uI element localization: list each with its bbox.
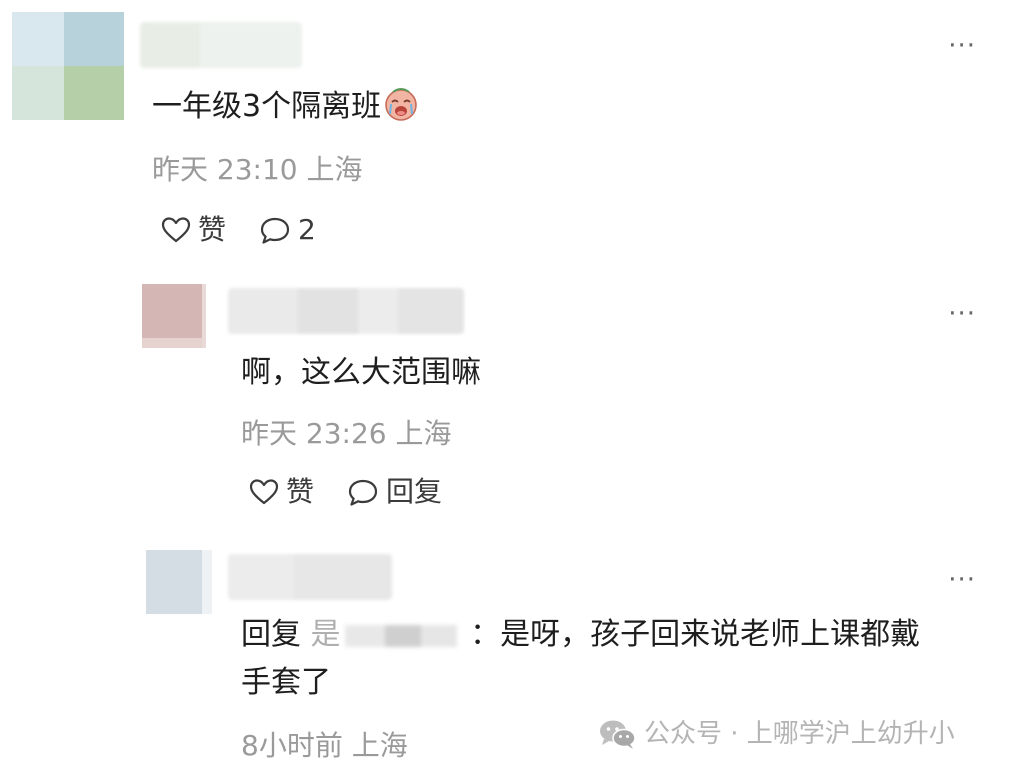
comment-meta: 昨天 23:26 上海 (241, 417, 452, 450)
speech-bubble-icon (260, 217, 290, 244)
reply-text: ：是呀，孩子回来说老师上课都戴 (470, 617, 921, 652)
comment-meta: 昨天 23:10 上海 (152, 153, 363, 186)
reply-label: 回复 (386, 475, 443, 508)
reply-count: 2 (298, 213, 316, 246)
heart-icon (161, 217, 191, 243)
more-options-button[interactable]: ··· (948, 567, 976, 593)
crying-face-emoji (385, 88, 417, 121)
watermark-text: 公众号 · 上哪学沪上幼升小 (644, 719, 955, 749)
like-button[interactable]: 赞 (248, 474, 314, 510)
reply-button[interactable]: 回复 (346, 474, 442, 510)
comment-meta: 8小时前 上海 (241, 729, 408, 762)
like-button[interactable]: 赞 (160, 212, 226, 248)
more-options-button[interactable]: ··· (948, 33, 976, 59)
comment-text-line-2: 手套了 (241, 665, 331, 700)
avatar[interactable] (146, 550, 212, 614)
comment-text: 一年级3个隔离班 (152, 84, 419, 130)
comment-actions: 赞 2 (160, 212, 316, 248)
username-blurred[interactable] (140, 22, 302, 68)
reply-prefix: 回复 (241, 617, 301, 652)
more-options-button[interactable]: ··· (948, 301, 976, 327)
comment-text: 啊，这么大范围嘛 (241, 355, 481, 390)
comment-1: ··· 一年级3个隔离班 昨天 23:10 上海 赞 2 (0, 0, 1031, 260)
comment-text-label: 一年级3个隔离班 (152, 89, 382, 124)
watermark: 公众号 · 上哪学沪上幼升小 (598, 716, 955, 752)
comment-actions: 赞 回复 (248, 474, 442, 510)
replied-username[interactable]: 是 (311, 617, 471, 652)
username-blurred (344, 621, 457, 651)
replied-username-lead: 是 (310, 617, 341, 652)
heart-icon (249, 479, 279, 505)
like-label: 赞 (198, 213, 227, 246)
username-blurred[interactable] (228, 288, 464, 334)
avatar[interactable] (12, 12, 124, 120)
speech-bubble-icon (348, 479, 378, 506)
comment-2: ··· 啊，这么大范围嘛 昨天 23:26 上海 赞 回复 (0, 270, 1031, 540)
like-label: 赞 (286, 475, 315, 508)
reply-count-button[interactable]: 2 (258, 212, 316, 248)
username-blurred[interactable] (228, 554, 392, 600)
wechat-icon (600, 720, 636, 749)
comment-text: 回复 是 ：是呀，孩子回来说老师上课都戴 (241, 612, 920, 658)
avatar[interactable] (142, 284, 210, 348)
